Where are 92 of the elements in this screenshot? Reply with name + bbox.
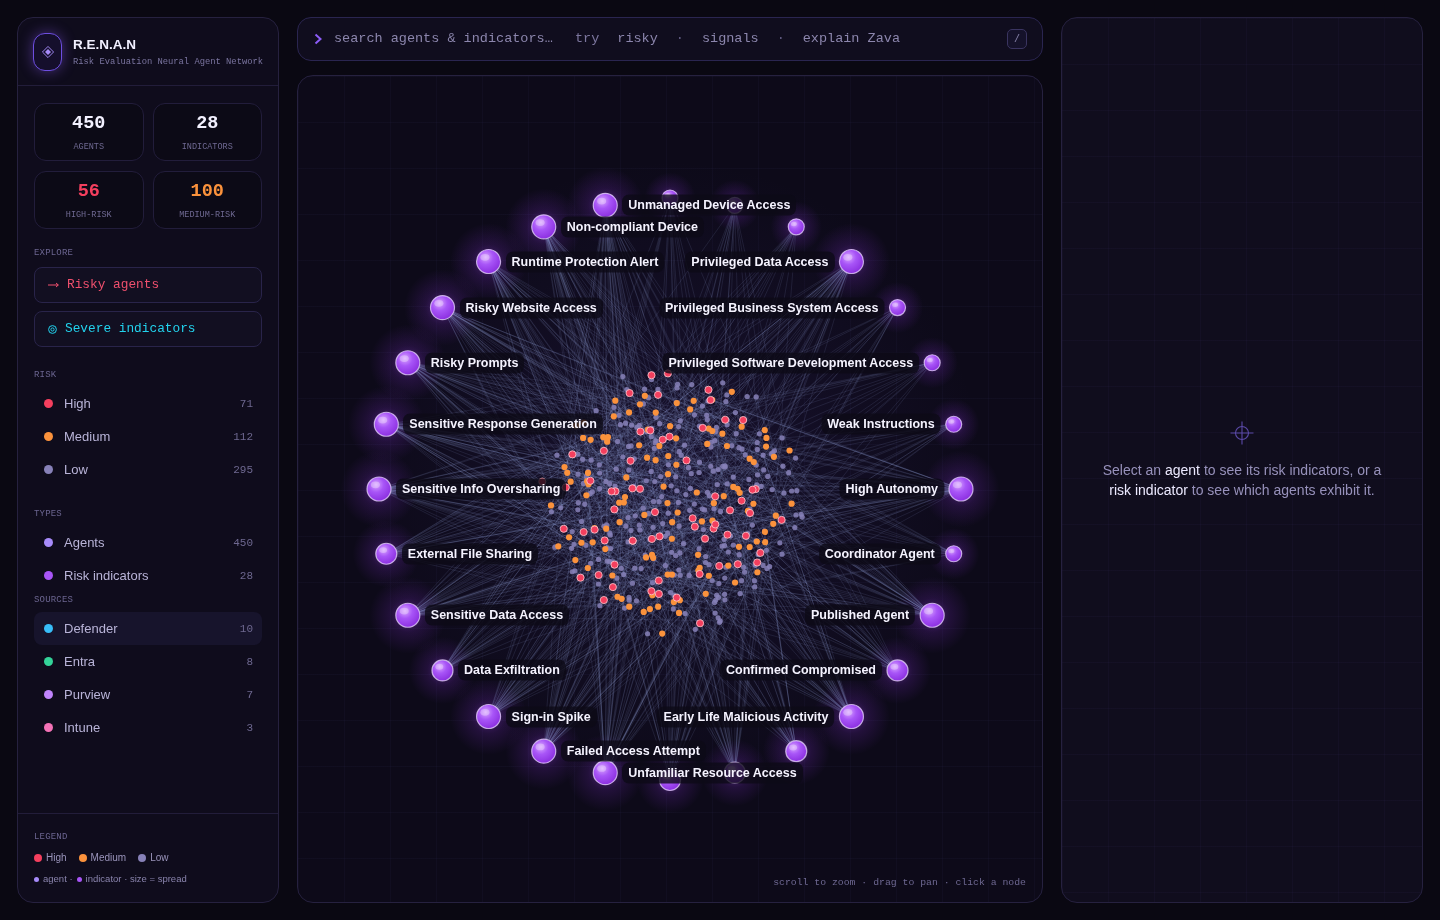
indicator-node[interactable]	[948, 476, 974, 502]
section-heading: LEGEND	[34, 831, 69, 843]
indicator-node[interactable]	[785, 740, 808, 763]
explore-button[interactable]: Severe indicators	[34, 311, 262, 347]
indicator-node[interactable]	[395, 350, 421, 376]
crosshair-icon	[1230, 420, 1254, 445]
suggestion-link[interactable]: risky	[617, 30, 658, 48]
indicator-node[interactable]	[945, 415, 963, 433]
node-label: Non-compliant Device	[560, 216, 705, 238]
node-label: Early Life Malicious Activity	[657, 706, 835, 727]
node-label: Sensitive Info Oversharing	[396, 478, 567, 500]
arrow-icon	[48, 282, 59, 288]
stat-value: 450	[72, 114, 106, 134]
indicator-node[interactable]	[375, 542, 398, 565]
indicator-node[interactable]	[531, 738, 557, 764]
indicator-node[interactable]	[592, 192, 618, 218]
indicator-node[interactable]	[923, 354, 941, 372]
indicator-node[interactable]	[531, 214, 557, 240]
indicator-node[interactable]	[838, 248, 865, 275]
node-label: Data Exfiltration	[458, 659, 566, 681]
stat-label: AGENTS	[73, 142, 105, 152]
node-label: Privileged Software Development Access	[662, 352, 920, 374]
node-label: Privileged Data Access	[685, 251, 835, 272]
section-heading: TYPES	[34, 508, 63, 520]
indicator-node[interactable]	[886, 659, 909, 682]
indicator-node[interactable]	[888, 298, 907, 317]
hint-text: try	[575, 30, 600, 48]
stat-label: INDICATORS	[181, 142, 233, 152]
legend-label: Low	[150, 852, 169, 864]
app-title: R.E.N.A.N	[73, 36, 137, 53]
stat-label: HIGH-RISK	[65, 210, 112, 220]
node-label: Sensitive Data Access	[424, 604, 570, 626]
indicator-node[interactable]	[592, 760, 618, 786]
legend-label: Medium	[90, 852, 127, 864]
node-label: External File Sharing	[401, 543, 539, 565]
section-heading: EXPLORE	[34, 247, 75, 259]
indicator-node[interactable]	[945, 545, 963, 563]
filter-item[interactable]: Agents 450	[34, 526, 262, 559]
indicator-node[interactable]	[475, 248, 502, 275]
target-icon	[48, 324, 57, 334]
filter-item[interactable]: Purview 7	[34, 678, 262, 711]
section-heading: RISK	[34, 369, 58, 381]
node-label: Unfamiliar Resource Access	[622, 762, 803, 784]
filter-item[interactable]: Risk indicators 28	[34, 559, 262, 592]
indicator-node[interactable]	[366, 476, 392, 502]
legend-note: agent ·	[43, 873, 73, 885]
node-label: Privileged Business System Access	[658, 297, 885, 319]
node-label: High Autonomy	[839, 478, 944, 500]
stat-value: 100	[190, 182, 224, 202]
separator: ·	[675, 30, 684, 48]
graph-hint: scroll to zoom · drag to pan · click a node	[773, 877, 1026, 889]
chevron-icon	[314, 33, 322, 45]
filter-item[interactable]: Defender 10	[34, 612, 262, 645]
indicator-node[interactable]	[373, 411, 399, 437]
node-label: Confirmed Compromised	[720, 659, 882, 681]
node-label: Unmanaged Device Access	[622, 194, 797, 216]
logo-icon	[33, 33, 62, 71]
filter-item[interactable]: Entra 8	[34, 645, 262, 678]
node-label: Risky Prompts	[424, 352, 525, 374]
node-label: Risky Website Access	[459, 297, 603, 319]
indicator-node[interactable]	[838, 703, 865, 730]
node-label: Sign-in Spike	[505, 706, 597, 727]
filter-item[interactable]: Medium 112	[34, 420, 262, 453]
indicator-node[interactable]	[475, 703, 502, 730]
shortcut-key: /	[1007, 29, 1027, 49]
filter-item[interactable]: Intune 3	[34, 711, 262, 744]
legend-note: indicator · size = spread	[85, 873, 187, 885]
filter-item[interactable]: Low 295	[34, 453, 262, 486]
node-label: Weak Instructions	[821, 413, 941, 435]
empty-state-message: Select an agent to see its risk indicators, or a risk indicator to see which agents exhibit it.	[1101, 460, 1383, 500]
explore-button[interactable]: Risky agents	[34, 267, 262, 303]
node-label: Coordinator Agent	[818, 543, 941, 565]
suggestion-link[interactable]: signals	[701, 30, 759, 48]
indicator-node[interactable]	[395, 602, 421, 628]
node-label: Published Agent	[805, 604, 916, 626]
stat-value: 56	[77, 182, 100, 202]
filter-item[interactable]: High 71	[34, 387, 262, 420]
indicator-node[interactable]	[787, 218, 805, 236]
stat-value: 28	[196, 114, 219, 134]
node-label: Runtime Protection Alert	[505, 251, 665, 272]
indicator-node[interactable]	[919, 602, 945, 628]
suggestion-link[interactable]: explain Zava	[802, 30, 900, 48]
indicator-node[interactable]	[429, 294, 456, 321]
stat-label: MEDIUM-RISK	[179, 210, 236, 220]
indicator-node[interactable]	[431, 659, 454, 682]
separator: ·	[776, 30, 785, 48]
node-label: Failed Access Attempt	[560, 740, 706, 762]
app-subtitle: Risk Evaluation Neural Agent Network	[73, 56, 264, 68]
legend-label: High	[46, 852, 67, 864]
search-field[interactable]: search agents & indicators…	[334, 30, 560, 48]
section-heading: SOURCES	[34, 594, 75, 606]
node-label: Sensitive Response Generation	[403, 413, 603, 435]
